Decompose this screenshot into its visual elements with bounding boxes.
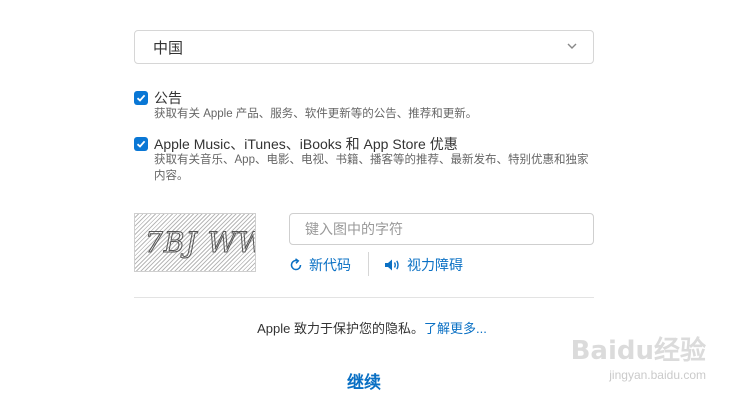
captcha-image-text: 7BJ WW	[145, 226, 256, 259]
baidu-watermark: Baidu经验 jingyan.baidu.com	[570, 330, 706, 382]
privacy-text: Apple 致力于保护您的隐私。	[257, 321, 425, 336]
media-offers-checkbox[interactable]	[134, 137, 148, 151]
divider	[368, 252, 369, 276]
media-offers-description: 获取有关音乐、App、电影、电视、书籍、播客等的推荐、最新发布、特别优惠和独家内…	[154, 154, 589, 182]
announcements-title: 公告	[154, 90, 182, 106]
announcements-description: 获取有关 Apple 产品、服务、软件更新等的公告、推荐和更新。	[154, 108, 478, 120]
vision-impaired-label: 视力障碍	[407, 257, 463, 273]
announcements-checkbox[interactable]	[134, 91, 148, 105]
country-select-value: 中国	[153, 39, 184, 57]
checkmark-icon	[136, 94, 146, 102]
new-code-button[interactable]: 新代码	[289, 255, 351, 275]
refresh-icon	[290, 258, 302, 271]
speaker-icon	[385, 259, 399, 271]
country-select[interactable]: 中国	[134, 30, 594, 64]
captcha-input[interactable]	[289, 213, 594, 245]
watermark-logo: Baidu经验	[570, 336, 706, 366]
watermark-url: jingyan.baidu.com	[609, 368, 706, 382]
checkmark-icon	[136, 140, 146, 148]
media-offers-title: Apple Music、iTunes、iBooks 和 App Store 优惠	[154, 136, 458, 152]
captcha-image: 7BJ WW	[134, 213, 256, 272]
learn-more-link[interactable]: 了解更多...	[424, 321, 487, 336]
continue-button[interactable]: 继续	[314, 368, 414, 393]
chevron-down-icon	[567, 43, 577, 49]
vision-impaired-button[interactable]: 视力障碍	[384, 255, 463, 275]
new-code-label: 新代码	[309, 257, 351, 273]
separator	[134, 297, 594, 298]
